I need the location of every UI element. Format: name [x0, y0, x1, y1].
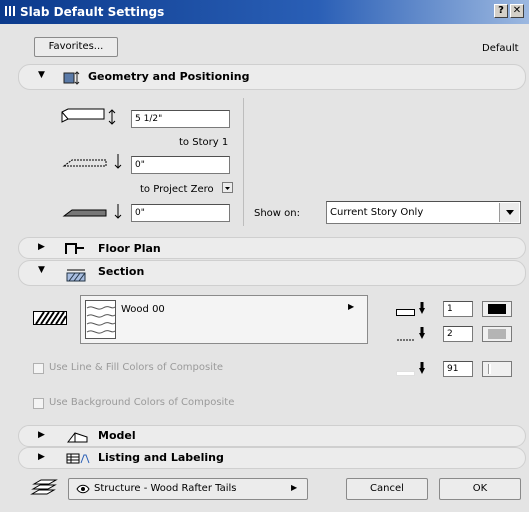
floor-plan-icon — [65, 243, 84, 254]
layers-icon — [30, 479, 58, 495]
expand-triangle-icon[interactable]: ▶ — [38, 430, 45, 440]
eye-icon — [76, 484, 90, 494]
bottom-elevation-icon — [62, 204, 122, 219]
model-panel-header[interactable] — [18, 425, 526, 447]
submenu-arrow-icon: ▶ — [348, 302, 355, 311]
submenu-arrow-icon: ▶ — [291, 483, 298, 492]
use-bg-colors-checkbox[interactable] — [33, 398, 44, 409]
cancel-button[interactable]: Cancel — [346, 478, 428, 500]
expand-triangle-icon[interactable]: ▶ — [38, 452, 45, 462]
pen3-color-swatch[interactable] — [482, 361, 512, 377]
collapse-triangle-icon[interactable]: ▼ — [38, 265, 45, 275]
listing-title: Listing and Labeling — [98, 451, 224, 464]
show-on-value: Current Story Only — [330, 207, 424, 218]
title-bar: Slab Default Settings ? ✕ — [0, 0, 529, 24]
reference-dropdown-icon[interactable] — [222, 182, 233, 193]
divider — [243, 98, 244, 226]
fill-name: Wood 00 — [121, 304, 165, 315]
pen2-field[interactable]: 2 — [443, 326, 473, 342]
pen1-field[interactable]: 1 — [443, 301, 473, 317]
close-button[interactable]: ✕ — [510, 4, 524, 18]
app-icon — [5, 6, 15, 16]
geometry-title: Geometry and Positioning — [88, 70, 250, 83]
geometry-icon — [63, 71, 80, 85]
use-line-fill-checkbox[interactable] — [33, 363, 44, 374]
window-title: Slab Default Settings — [20, 5, 165, 19]
offset-zero-field[interactable]: 0" — [131, 204, 230, 222]
help-button[interactable]: ? — [494, 4, 508, 18]
floor-plan-title: Floor Plan — [98, 242, 161, 255]
show-on-select[interactable]: Current Story Only — [326, 201, 521, 224]
thickness-field[interactable]: 5 1/2" — [131, 110, 230, 128]
pen2-color-swatch[interactable] — [482, 326, 512, 342]
contour-pen-icon — [396, 302, 425, 316]
section-panel-header[interactable] — [18, 260, 526, 286]
collapse-triangle-icon[interactable]: ▼ — [38, 70, 45, 80]
fill-pen-icon — [397, 327, 425, 341]
use-bg-colors-label: Use Background Colors of Composite — [49, 397, 235, 408]
background-pen-icon — [396, 362, 425, 376]
slab-thickness-icon — [61, 108, 116, 125]
floor-plan-panel-header[interactable] — [18, 237, 526, 259]
wood-fill-preview — [85, 300, 116, 339]
ok-button[interactable]: OK — [439, 478, 521, 500]
section-title: Section — [98, 265, 145, 278]
to-story-label: to Story 1 — [179, 137, 229, 148]
layer-name: Structure - Wood Rafter Tails — [94, 483, 237, 494]
listing-panel-header[interactable] — [18, 447, 526, 469]
offset-story-field[interactable]: 0" — [131, 156, 230, 174]
cut-fill-icon — [33, 311, 67, 325]
model-title: Model — [98, 429, 136, 442]
expand-triangle-icon[interactable]: ▶ — [38, 242, 45, 252]
favorites-button[interactable]: Favorites... — [34, 37, 118, 57]
show-on-dropdown-button[interactable] — [499, 203, 519, 222]
layer-selector[interactable]: Structure - Wood Rafter Tails ▶ — [68, 478, 308, 500]
use-line-fill-label: Use Line & Fill Colors of Composite — [49, 362, 224, 373]
to-project-zero-label: to Project Zero — [140, 184, 214, 195]
pen1-color-swatch[interactable] — [482, 301, 512, 317]
fill-selector[interactable]: Wood 00 ▶ — [80, 295, 368, 344]
model-icon — [66, 432, 88, 443]
pen3-field[interactable]: 91 — [443, 361, 473, 377]
show-on-label: Show on: — [254, 208, 300, 219]
listing-icon — [66, 453, 90, 464]
mode-label: Default — [482, 43, 519, 54]
reference-plane-icon — [62, 154, 122, 169]
chevron-down-icon — [506, 210, 514, 215]
section-icon — [66, 269, 86, 282]
